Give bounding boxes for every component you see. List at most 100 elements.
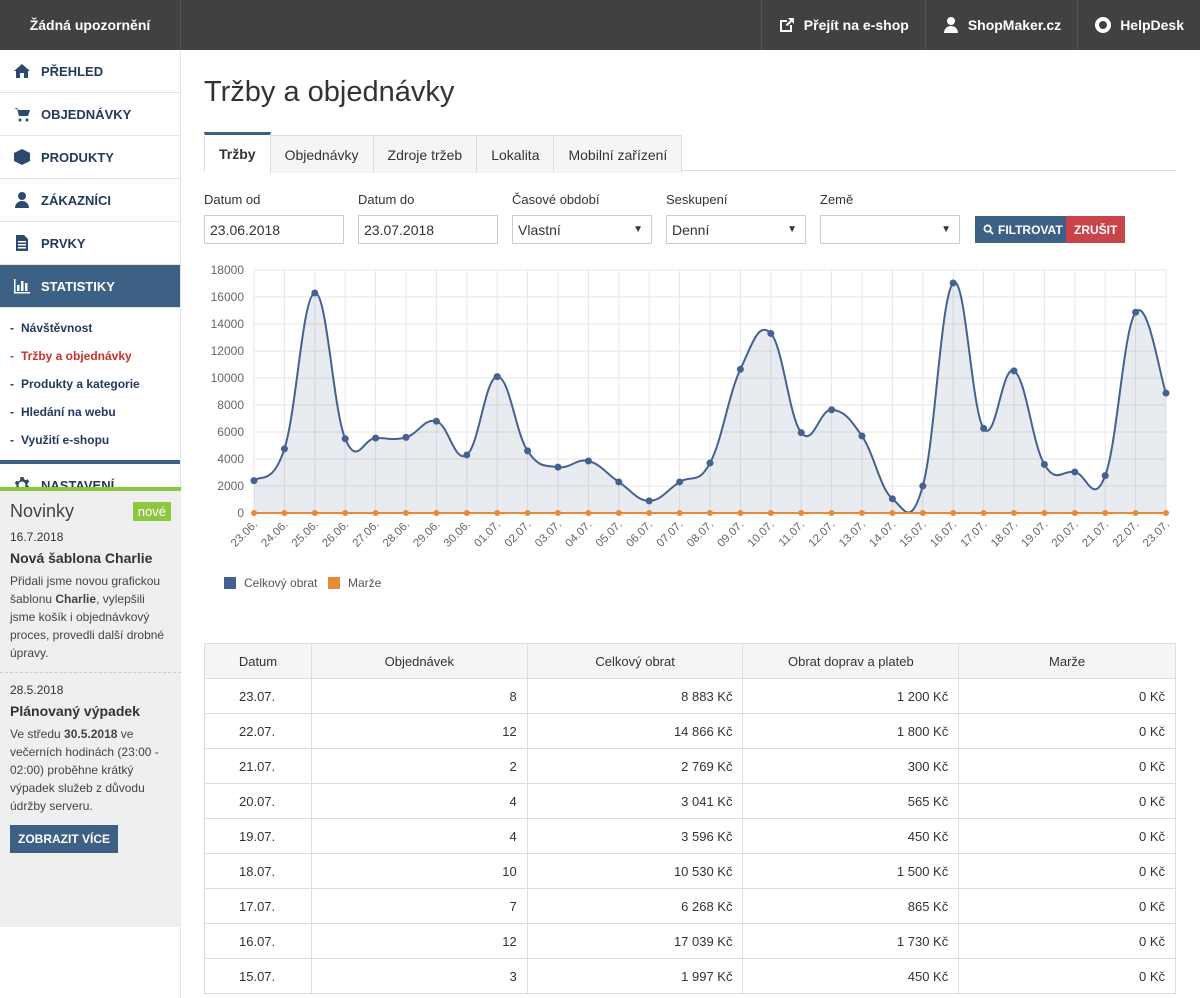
news-date: 16.7.2018 <box>10 530 64 544</box>
subitem-web-search[interactable]: - Hledání na webu <box>0 398 180 426</box>
table-cell: 0 Kč <box>958 853 1176 889</box>
table-row: 23.07. 8 8 883 Kč 1 200 Kč 0 Kč <box>204 678 1176 714</box>
subitem-label: Produkty a kategorie <box>21 377 140 391</box>
tab-sales-sources[interactable]: Zdroje tržeb <box>372 135 478 173</box>
table-cell: 10 <box>310 853 528 889</box>
subitem-sales-orders[interactable]: - Tržby a objednávky <box>0 342 180 370</box>
x-tick-label: 11.07. <box>777 519 807 549</box>
table-cell: 1 800 Kč <box>742 713 960 749</box>
subitem-eshop-usage[interactable]: - Využití e-shopu <box>0 426 180 454</box>
x-tick-label: 29.06. <box>411 519 442 550</box>
news-heading[interactable]: Nová šablona Charlie <box>10 550 171 566</box>
data-point-celkovy-obrat <box>1040 460 1048 468</box>
helpdesk-link[interactable]: HelpDesk <box>1077 0 1200 50</box>
x-tick-label: 04.07. <box>563 519 594 550</box>
table-cell: 2 <box>310 748 528 784</box>
table-cell: 21.07. <box>204 748 312 784</box>
data-point-marze <box>403 510 409 516</box>
tab-mobile-devices[interactable]: Mobilní zařízení <box>553 135 683 173</box>
data-point-marze <box>372 510 379 516</box>
column-header[interactable]: Marže <box>958 643 1176 679</box>
data-point-marze <box>524 510 531 516</box>
data-point-celkovy-obrat <box>250 477 258 485</box>
legend-label: Marže <box>348 576 382 590</box>
data-point-marze <box>463 510 470 516</box>
column-header[interactable]: Datum <box>204 643 312 679</box>
period-select[interactable]: Vlastní ▼ <box>512 215 652 244</box>
table-cell: 23.07. <box>204 678 312 714</box>
tab-orders[interactable]: Objednávky <box>269 135 374 173</box>
x-tick-label: 17.07. <box>959 519 990 550</box>
grouping-select[interactable]: Denní ▼ <box>666 215 806 244</box>
y-tick-label: 12000 <box>211 344 245 358</box>
y-tick-label: 16000 <box>211 290 245 304</box>
data-point-marze <box>555 510 561 516</box>
news-text: Ve středu 30.5.2018 ve večerních hodinác… <box>10 727 159 813</box>
data-point-celkovy-obrat <box>797 429 805 437</box>
country-select[interactable]: ▼ <box>820 215 960 244</box>
column-header[interactable]: Obrat doprav a plateb <box>742 643 960 679</box>
account-link[interactable]: ShopMaker.cz <box>924 0 1077 50</box>
news-heading[interactable]: Plánovaný výpadek <box>10 703 171 719</box>
table-cell: 1 730 Kč <box>742 923 960 959</box>
go-to-eshop-link[interactable]: Přejít na e-shop <box>760 0 925 50</box>
filter-bar: Datum od 23.06.2018 Datum do 23.07.2018 … <box>204 192 1176 244</box>
x-tick-label: 30.06. <box>442 519 473 550</box>
table-cell: 4 <box>310 783 528 819</box>
cancel-button[interactable]: ZRUŠIT <box>1066 216 1126 243</box>
sidebar-item-label: ZÁKAZNÍCI <box>41 192 112 208</box>
sidebar-item-overview[interactable]: PŘEHLED <box>0 50 180 93</box>
table-row: 22.07. 12 14 866 Kč 1 800 Kč 0 Kč <box>204 713 1176 749</box>
date-from-input[interactable]: 23.06.2018 <box>204 215 344 244</box>
date-to-label: Datum do <box>358 192 415 207</box>
table-cell: 10 530 Kč <box>526 853 744 889</box>
table-row: 20.07. 4 3 041 Kč 565 Kč 0 Kč <box>204 783 1176 819</box>
sidebar-item-statistics[interactable]: STATISTIKY <box>0 265 180 308</box>
file-icon <box>16 235 28 251</box>
data-point-celkovy-obrat <box>463 451 471 459</box>
y-tick-label: 10000 <box>211 371 245 385</box>
data-point-celkovy-obrat <box>372 434 380 442</box>
subitem-products-categories[interactable]: - Produkty a kategorie <box>0 370 180 398</box>
notifications[interactable]: Žádná upozornění <box>0 0 181 50</box>
legend-swatch <box>224 577 236 589</box>
data-point-celkovy-obrat <box>584 457 592 465</box>
cart-icon <box>14 108 30 122</box>
sidebar-item-elements[interactable]: PRVKY <box>0 222 180 265</box>
show-more-button[interactable]: ZOBRAZIT VÍCE <box>10 825 118 853</box>
x-tick-label: 13.07. <box>837 519 868 550</box>
sidebar-item-products[interactable]: PRODUKTY <box>0 136 180 179</box>
sidebar-item-orders[interactable]: OBJEDNÁVKY <box>0 93 180 136</box>
table-cell: 0 Kč <box>958 818 1176 854</box>
y-tick-label: 14000 <box>211 317 245 331</box>
y-tick-label: 6000 <box>217 425 244 439</box>
tab-sales[interactable]: Tržby <box>204 132 271 172</box>
x-tick-label: 08.07. <box>685 519 716 550</box>
x-tick-label: 19.07. <box>1019 519 1050 550</box>
x-tick-label: 15.07. <box>898 519 929 550</box>
column-header[interactable]: Objednávek <box>310 643 528 679</box>
data-point-celkovy-obrat <box>524 447 532 455</box>
table-cell: 12 <box>310 713 528 749</box>
data-point-marze <box>494 510 501 516</box>
data-point-marze <box>737 510 744 516</box>
table-cell: 0 Kč <box>958 748 1176 784</box>
x-tick-label: 01.07. <box>472 519 503 550</box>
go-to-eshop-label: Přejít na e-shop <box>803 17 909 33</box>
tab-location[interactable]: Lokalita <box>476 135 555 173</box>
page-title: Tržby a objednávky <box>204 76 455 108</box>
data-point-celkovy-obrat <box>980 424 988 432</box>
top-bar: Žádná upozornění Přejít na e-shop ShopMa… <box>0 0 1200 50</box>
x-tick-label: 24.06. <box>259 519 290 550</box>
search-icon <box>983 224 994 235</box>
sidebar-item-customers[interactable]: ZÁKAZNÍCI <box>0 179 180 222</box>
subitem-traffic[interactable]: - Návštěvnost <box>0 314 180 342</box>
table-cell: 3 <box>310 958 528 994</box>
table-cell: 14 866 Kč <box>526 713 744 749</box>
column-header[interactable]: Celkový obrat <box>526 643 744 679</box>
table-row: 15.07. 3 1 997 Kč 450 Kč 0 Kč <box>204 958 1176 994</box>
filter-button[interactable]: FILTROVAT <box>975 216 1071 243</box>
table-cell: 22.07. <box>204 713 312 749</box>
date-to-input[interactable]: 23.07.2018 <box>358 215 498 244</box>
data-point-marze <box>798 510 805 516</box>
